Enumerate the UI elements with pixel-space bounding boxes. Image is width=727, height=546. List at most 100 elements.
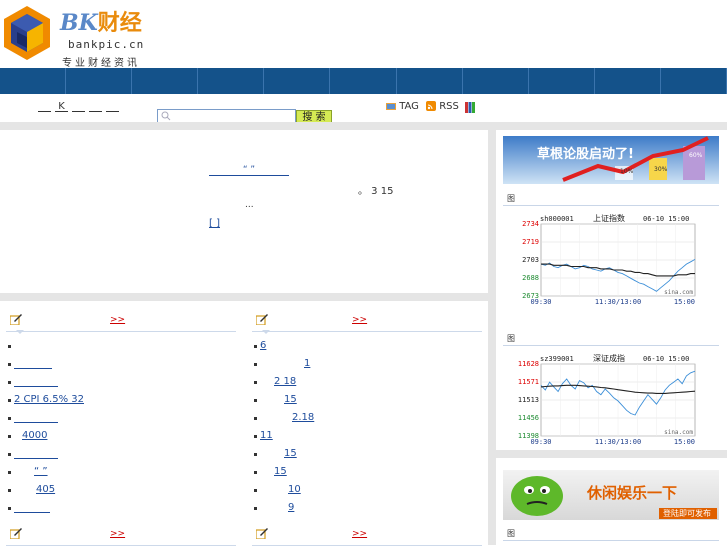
list-item: 4000 [8, 427, 84, 445]
promo-banner-stocks[interactable]: 草根论股启动了! 10% 30% 60% [503, 136, 719, 184]
list-item: 2.18 [254, 409, 315, 427]
promo-banner-leisure[interactable]: 休闲娱乐一下 登陆即可发布 [503, 470, 719, 520]
left-column-more-link[interactable]: >> [110, 315, 125, 325]
promo-value: 30% [654, 166, 668, 173]
chart-code: sz399001 [540, 355, 574, 363]
y-tick-label: 11513 [518, 396, 539, 404]
list-item [8, 355, 84, 373]
search-icon [161, 111, 171, 121]
left-column-header: >> [6, 301, 236, 334]
promo-value: 60% [689, 152, 703, 159]
section-header: 图 [503, 333, 719, 346]
chart-datetime: 06-10 15:00 [643, 215, 689, 223]
chart-name: 上证指数 [593, 213, 625, 223]
header-notch [16, 330, 24, 334]
edit-icon [256, 528, 268, 539]
list-item [8, 373, 84, 391]
quick-link[interactable] [38, 101, 51, 112]
book-icon[interactable] [465, 102, 475, 113]
list-item: 15 [254, 391, 315, 409]
nav-item[interactable] [463, 68, 529, 94]
featured-panel [0, 130, 488, 293]
section-header: 图 [503, 528, 719, 541]
list-item: “ ” [8, 463, 84, 481]
edit-icon [10, 314, 22, 325]
list-item [8, 337, 84, 355]
nav-item[interactable] [595, 68, 661, 94]
list-item [8, 409, 84, 427]
left-news-list: 2 CPI 6.5% 32 4000 “ ” 405 [8, 337, 84, 517]
news-lists-panel: >> 2 CPI 6.5% 32 4000 “ ” 405 >> 6 1 2 1… [0, 301, 488, 546]
list-item [8, 445, 84, 463]
x-tick-label: 15:00 [674, 438, 695, 445]
featured-headline[interactable]: “ ” [209, 165, 289, 176]
main-nav-bar [0, 68, 727, 94]
list-item: 15 [254, 445, 315, 463]
nav-item[interactable] [198, 68, 265, 94]
logo-cube-icon [4, 6, 50, 60]
quick-link[interactable] [106, 101, 119, 112]
list-item: 10 [254, 481, 315, 499]
shanghai-index-chart: sh000001 上证指数 06-10 15:0027342719270326882… [522, 213, 696, 305]
nav-item[interactable] [661, 68, 727, 94]
x-tick-label: 09:30 [530, 438, 551, 445]
chart-source: sina.com [664, 429, 693, 436]
nav-item[interactable] [264, 68, 331, 94]
rss-icon [426, 101, 436, 111]
nav-item[interactable] [0, 68, 67, 94]
logo[interactable]: BK财经 bankpic.cn 专业财经资讯 [0, 0, 180, 69]
nav-item[interactable] [66, 68, 133, 94]
tag-icon [386, 102, 396, 110]
nav-item[interactable] [397, 68, 463, 94]
list-item: 405 [8, 481, 84, 499]
y-tick-label: 11456 [518, 414, 539, 422]
shenzhen-index-chart: sz399001 深证成指 06-10 15:00 11628 11571 11513 11… [518, 353, 696, 445]
featured-summary: 。 3 15 [358, 186, 394, 197]
y-tick-label: 2734 [522, 220, 539, 228]
y-tick-label: 2688 [522, 274, 539, 282]
y-tick-label: 11628 [518, 360, 539, 368]
right-bottom-header: >> [252, 515, 482, 546]
quick-link[interactable] [89, 101, 102, 112]
right-column-more-link[interactable]: >> [352, 315, 367, 325]
section-icon: 图 [507, 529, 515, 538]
x-tick-label: 15:00 [674, 298, 695, 305]
quick-link[interactable]: K [55, 101, 68, 112]
list-item: 1 [254, 355, 315, 373]
leisure-banner-sub: 登陆即可发布 [663, 509, 711, 518]
tag-link[interactable]: TAG [386, 101, 419, 112]
edit-icon [256, 314, 268, 325]
list-item: 2 18 [254, 373, 315, 391]
right-bottom-more-link[interactable]: >> [352, 529, 367, 539]
edit-icon [10, 528, 22, 539]
domain-text: bankpic.cn [68, 38, 145, 51]
nav-item[interactable] [529, 68, 595, 94]
chart-source: sina.com [664, 289, 693, 296]
featured-ellipsis: ... [245, 200, 254, 210]
left-bottom-more-link[interactable]: >> [110, 529, 125, 539]
left-bottom-header: >> [6, 515, 236, 546]
nav-item[interactable] [330, 68, 397, 94]
right-news-list: 6 1 2 18 15 2.18 11 15 15 10 9 [254, 337, 315, 517]
promo-value: 10% [620, 168, 634, 175]
nav-item[interactable] [132, 68, 199, 94]
chart-datetime: 06-10 15:00 [643, 355, 689, 363]
list-item: 2 CPI 6.5% 32 [8, 391, 84, 409]
right-column-header: >> [252, 301, 482, 334]
y-tick-label: 2719 [522, 238, 539, 246]
chart-name: 深证成指 [593, 353, 625, 363]
section-header: 图 [503, 193, 719, 206]
chart-code: sh000001 [540, 215, 574, 223]
brand-name: BK财经 [60, 10, 142, 36]
leisure-banner-title: 休闲娱乐一下 [587, 484, 678, 502]
promo-banner-title: 草根论股启动了! [537, 147, 634, 162]
y-tick-label: 2703 [522, 256, 539, 264]
x-tick-label: 09:30 [530, 298, 551, 305]
section-icon: 图 [507, 194, 515, 203]
quick-link[interactable] [72, 101, 85, 112]
featured-more-link[interactable]: [ ] [209, 218, 220, 229]
list-item: 11 [254, 427, 315, 445]
header-notch [262, 330, 270, 334]
rss-link[interactable]: RSS [426, 101, 459, 112]
section-icon: 图 [507, 334, 515, 343]
